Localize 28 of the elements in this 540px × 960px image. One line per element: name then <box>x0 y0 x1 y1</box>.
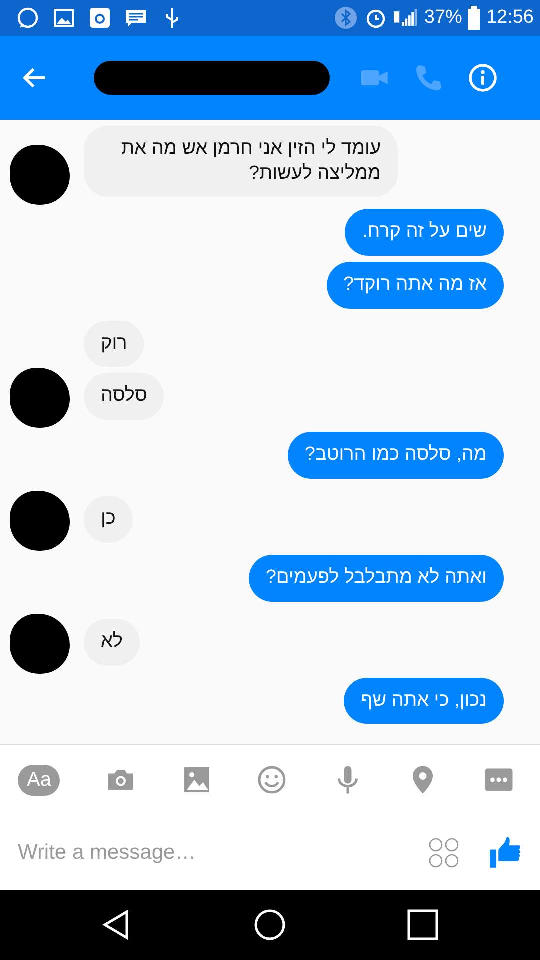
phone-icon[interactable] <box>414 63 444 93</box>
message-input[interactable]: Write a message… <box>18 834 400 870</box>
message-bubble: שים על זה קרח. <box>345 209 504 256</box>
battery-icon <box>468 6 480 30</box>
stickers-icon[interactable] <box>428 836 460 868</box>
image-icon <box>52 6 76 30</box>
clock-time: 12:56 <box>486 7 534 29</box>
home-nav-icon[interactable] <box>254 909 286 941</box>
bluetooth-icon <box>334 6 358 30</box>
message-bubble: מה, סלסה כמו הרוטב? <box>288 432 504 479</box>
message-bubble: כן <box>84 496 133 543</box>
smiley-icon[interactable] <box>257 765 288 795</box>
message-bubble: סלסה <box>84 373 164 420</box>
recents-nav-icon[interactable] <box>407 909 440 941</box>
message-composer[interactable]: Write a message… <box>0 815 540 890</box>
message-bubble: ואתה לא מתבלבל לפעמים? <box>248 554 504 602</box>
thumbs-up-icon[interactable] <box>488 836 522 870</box>
message-bubble: לא <box>84 618 140 666</box>
image-icon[interactable] <box>182 765 212 795</box>
message-bubble: נכון, כי אתה שף <box>344 678 504 724</box>
message-bubble: עומד לי הזין אני חרמן אש מה את ממליצה לעשות? <box>84 126 398 198</box>
battery-percent: 37% <box>424 7 462 29</box>
camera-app-icon <box>88 6 112 30</box>
text-style-button[interactable]: Aa <box>18 764 60 796</box>
message-bubble: אז מה אתה רוקד? <box>326 262 504 309</box>
info-icon[interactable] <box>468 63 498 93</box>
message-bubble: רוק <box>84 320 144 368</box>
chat-app-icon <box>16 6 40 30</box>
